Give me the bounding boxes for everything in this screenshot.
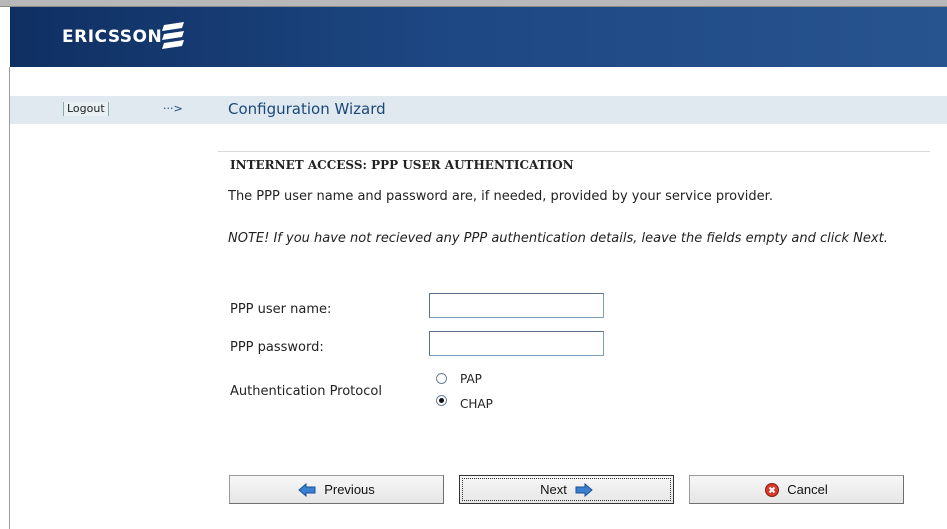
- auth-protocol-label: Authentication Protocol: [230, 384, 382, 399]
- next-label: Next: [540, 482, 567, 497]
- next-button[interactable]: Next: [459, 475, 674, 504]
- left-border: [9, 67, 10, 529]
- note-text: NOTE! If you have not recieved any PPP a…: [228, 231, 888, 246]
- chap-label: CHAP: [460, 397, 493, 411]
- password-label: PPP password:: [230, 340, 324, 355]
- cancel-label: Cancel: [787, 482, 828, 497]
- page-title: Configuration Wizard: [228, 100, 386, 118]
- cancel-icon: [765, 482, 780, 497]
- chap-radio[interactable]: [436, 395, 447, 406]
- section-title: INTERNET ACCESS: PPP USER AUTHENTICATION: [230, 158, 574, 172]
- password-field[interactable]: [429, 331, 604, 356]
- header-banner: ERICSSON: [10, 7, 947, 67]
- nav-arrow-icon: ···>: [163, 102, 183, 115]
- arrow-left-icon: [298, 482, 316, 497]
- nav-bar: Logout ···> Configuration Wizard: [10, 96, 947, 124]
- previous-label: Previous: [324, 482, 375, 497]
- pap-label: PAP: [460, 372, 482, 386]
- window-top-strip: [0, 0, 947, 7]
- ericsson-logo-icon: [162, 22, 184, 49]
- arrow-right-icon: [575, 482, 593, 497]
- section-divider: [218, 151, 930, 152]
- pap-radio[interactable]: [436, 373, 447, 384]
- intro-text: The PPP user name and password are, if n…: [228, 189, 773, 204]
- username-label: PPP user name:: [230, 302, 332, 317]
- brand-name: ERICSSON: [62, 27, 163, 47]
- previous-button[interactable]: Previous: [229, 475, 444, 504]
- logout-link[interactable]: Logout: [63, 102, 109, 116]
- cancel-button[interactable]: Cancel: [689, 475, 904, 504]
- username-field[interactable]: [429, 293, 604, 318]
